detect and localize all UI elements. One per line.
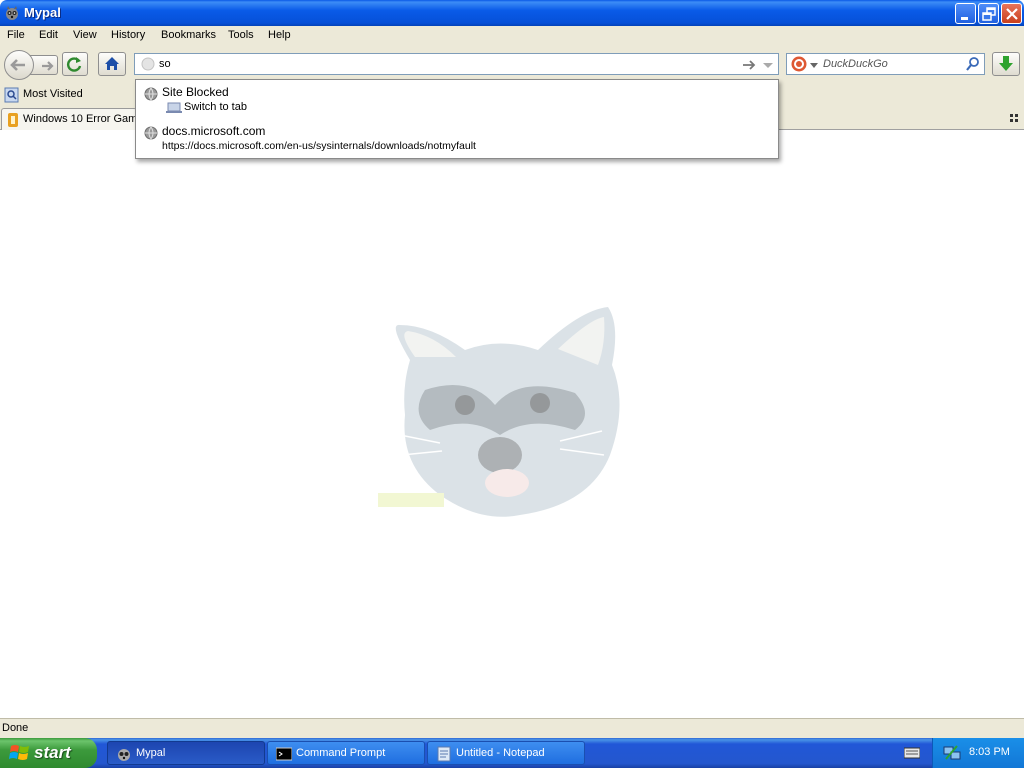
status-bar: Done <box>0 718 1024 738</box>
taskbar-item-label: Command Prompt <box>296 747 386 759</box>
go-arrow-icon[interactable] <box>741 57 757 73</box>
search-input[interactable] <box>823 56 963 72</box>
switch-to-tab-icon <box>166 102 182 113</box>
url-autocomplete-popup: Site Blocked Switch to tab docs.microsof… <box>135 79 779 159</box>
title-bar: Mypal <box>0 0 1024 26</box>
restore-icon <box>982 7 996 21</box>
navigation-toolbar <box>0 46 1024 82</box>
menu-bar: File Edit View History Bookmarks Tools H… <box>0 26 1024 46</box>
dropdown-arrow-icon[interactable] <box>761 57 775 73</box>
back-button[interactable] <box>4 50 34 80</box>
window-title: Mypal <box>24 5 61 20</box>
tab-windows-10-error-game[interactable]: Windows 10 Error Game <box>1 108 137 130</box>
network-icon[interactable] <box>943 744 961 762</box>
engine-dropdown-icon[interactable] <box>810 62 818 70</box>
clock: 8:03 PM <box>969 746 1010 758</box>
taskbar-item-mypal[interactable]: Mypal <box>107 741 265 765</box>
menu-view[interactable]: View <box>73 29 97 41</box>
menu-edit[interactable]: Edit <box>39 29 58 41</box>
status-text: Done <box>2 722 29 734</box>
url-input[interactable] <box>159 56 719 72</box>
tab-label: Windows 10 Error Game <box>23 113 137 125</box>
taskbar-item-command-prompt[interactable]: Command Prompt <box>267 741 425 765</box>
globe-icon <box>144 126 158 140</box>
switch-to-tab-label: Switch to tab <box>184 101 247 113</box>
site-identity-icon <box>141 57 155 71</box>
mypal-raccoon-icon <box>118 749 130 761</box>
start-label: start <box>34 743 71 762</box>
mypal-raccoon-icon <box>6 6 18 20</box>
keyboard-language-icon[interactable] <box>904 746 920 760</box>
forward-button[interactable] <box>30 55 58 75</box>
page-content <box>0 130 1024 718</box>
home-icon <box>105 57 119 70</box>
reload-button[interactable] <box>62 52 88 76</box>
globe-icon <box>144 87 158 101</box>
forward-arrow-icon <box>42 61 54 71</box>
command-prompt-icon <box>276 747 292 761</box>
search-bar[interactable] <box>786 53 985 75</box>
minimize-icon <box>961 17 968 20</box>
autocomplete-item-site-blocked[interactable]: Site Blocked Switch to tab <box>136 80 778 118</box>
minimize-button[interactable] <box>955 3 976 24</box>
menu-history[interactable]: History <box>111 29 145 41</box>
most-visited-icon <box>4 87 19 103</box>
home-button[interactable] <box>98 52 126 76</box>
url-bar[interactable] <box>134 53 779 75</box>
menu-file[interactable]: File <box>7 29 25 41</box>
menu-tools[interactable]: Tools <box>228 29 254 41</box>
tab-list-icon[interactable] <box>1009 113 1019 123</box>
most-visited-bookmark[interactable]: Most Visited <box>4 87 83 106</box>
start-button[interactable]: start <box>0 738 97 768</box>
reload-icon <box>67 57 82 72</box>
download-arrow-icon <box>999 56 1013 71</box>
notepad-icon <box>437 746 451 762</box>
system-tray: 8:03 PM <box>932 738 1024 768</box>
search-icon[interactable] <box>965 56 981 72</box>
menu-bookmarks[interactable]: Bookmarks <box>161 29 216 41</box>
taskbar-item-notepad[interactable]: Untitled - Notepad <box>427 741 585 765</box>
close-icon <box>1006 8 1018 20</box>
back-arrow-icon <box>10 59 25 71</box>
autocomplete-item-docs-microsoft[interactable]: docs.microsoft.com https://docs.microsof… <box>136 119 778 157</box>
raccoon-logo-image <box>378 307 620 517</box>
downloads-button[interactable] <box>992 52 1020 76</box>
autocomplete-title: Site Blocked <box>162 85 229 99</box>
close-button[interactable] <box>1001 3 1022 24</box>
most-visited-label: Most Visited <box>23 88 83 100</box>
duckduckgo-icon[interactable] <box>790 55 808 73</box>
windows-logo-icon <box>9 745 29 760</box>
tab-favicon-icon <box>8 113 18 127</box>
restore-button[interactable] <box>978 3 999 24</box>
back-forward-group <box>4 50 58 80</box>
taskbar-item-label: Mypal <box>136 747 166 759</box>
taskbar-item-label: Untitled - Notepad <box>456 747 545 759</box>
autocomplete-url: https://docs.microsoft.com/en-us/sysinte… <box>162 140 476 152</box>
taskbar: start Mypal Command Prompt Untitled - No… <box>0 738 1024 768</box>
menu-help[interactable]: Help <box>268 29 291 41</box>
autocomplete-title: docs.microsoft.com <box>162 124 266 138</box>
